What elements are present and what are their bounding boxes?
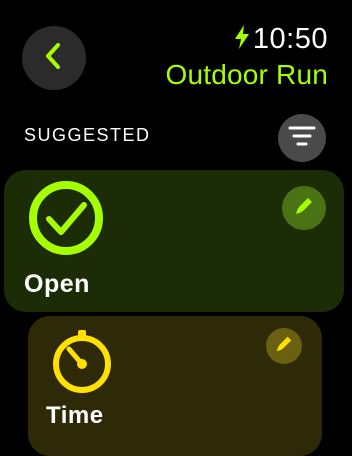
workout-title: Outdoor Run (165, 59, 328, 90)
goal-card-label: Time (46, 402, 104, 429)
filter-icon (288, 125, 316, 152)
goal-card-time[interactable]: Time (28, 316, 322, 456)
clock-time: 10:50 (252, 23, 328, 55)
charging-bolt-icon (233, 24, 251, 55)
back-button[interactable] (22, 26, 86, 90)
edit-time-button[interactable] (266, 328, 302, 364)
section-label: SUGGESTED (24, 125, 151, 145)
goal-card-label: Open (24, 270, 90, 298)
checkmark-ring-icon (26, 178, 106, 263)
pencil-icon (293, 195, 315, 222)
chevron-left-icon (42, 41, 66, 76)
edit-open-button[interactable] (282, 186, 326, 230)
status-bar: 10:50 (233, 23, 328, 56)
filter-button[interactable] (278, 114, 326, 162)
goal-card-open[interactable]: Open (4, 170, 344, 312)
stopwatch-icon (48, 326, 118, 401)
pencil-icon (274, 334, 294, 359)
